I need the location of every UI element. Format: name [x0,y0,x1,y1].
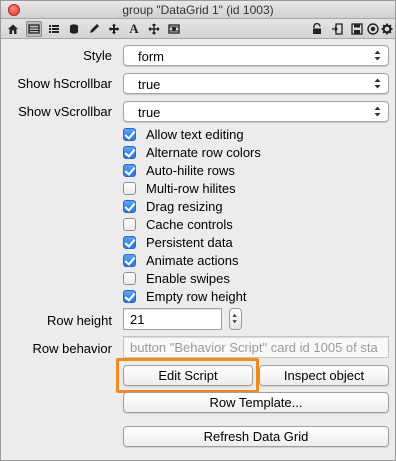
checkbox-label: Cache controls [146,217,233,232]
checkbox-multi-row-hilites[interactable]: Multi-row hilites [123,180,236,197]
style-label: Style [83,48,112,63]
pan-icon[interactable] [146,21,162,37]
exit-icon[interactable] [329,21,345,37]
checkbox-label: Animate actions [146,253,239,268]
checkbox[interactable] [123,128,136,141]
style-value: form [138,49,164,64]
row-height-input[interactable]: 21 [123,308,222,330]
window-title: group "DataGrid 1" (id 1003) [122,3,274,17]
checkbox-drag-resizing[interactable]: Drag resizing [123,198,223,215]
gear-icon[interactable] [379,21,395,37]
chevron-updown-icon [374,78,381,89]
refresh-data-grid-button[interactable]: Refresh Data Grid [123,426,389,447]
checkbox[interactable] [123,218,136,231]
inspector-toolbar: A [1,19,395,39]
inspect-object-button[interactable]: Inspect object [259,365,389,386]
checkbox-cache-controls[interactable]: Cache controls [123,216,233,233]
hscrollbar-value: true [138,77,161,92]
checkbox-label: Drag resizing [146,199,223,214]
vscrollbar-popup[interactable]: true [123,101,389,122]
checkbox[interactable] [123,146,136,159]
hscrollbar-label: Show hScrollbar [17,76,112,91]
row-height-stepper[interactable] [229,308,242,330]
pencil-icon[interactable] [86,21,102,37]
checkbox-label: Empty row height [146,289,247,304]
lock-icon[interactable] [309,21,325,37]
property-inspector-window: group "DataGrid 1" (id 1003) A Style for… [0,0,396,461]
row-behavior-field: button "Behavior Script" card id 1005 of… [123,336,389,358]
house-icon[interactable] [5,21,21,37]
checkbox-label: Multi-row hilites [146,181,236,196]
checkbox[interactable] [123,272,136,285]
checkbox-label: Alternate row colors [146,145,261,160]
hscrollbar-popup[interactable]: true [123,73,389,94]
checkbox-label: Auto-hilite rows [146,163,235,178]
checkbox-label: Persistent data [146,235,233,250]
database-icon[interactable] [66,21,82,37]
checkbox[interactable] [123,236,136,249]
list-icon[interactable] [46,21,62,37]
style-popup[interactable]: form [123,45,389,66]
stepper-arrows-icon [232,313,237,324]
checkbox[interactable] [123,254,136,267]
text-icon[interactable]: A [126,21,142,37]
checkbox-enable-swipes[interactable]: Enable swipes [123,270,230,287]
grid-view-icon[interactable] [26,21,42,37]
title-bar: group "DataGrid 1" (id 1003) [1,1,395,19]
vscrollbar-value: true [138,105,161,120]
row-template-button[interactable]: Row Template... [123,392,389,413]
checkbox-auto-hilite-rows[interactable]: Auto-hilite rows [123,162,235,179]
checkbox-alternate-row-colors[interactable]: Alternate row colors [123,144,261,161]
checkbox-persistent-data[interactable]: Persistent data [123,234,233,251]
checkbox-label: Enable swipes [146,271,230,286]
checkbox[interactable] [123,290,136,303]
media-icon[interactable] [166,21,182,37]
edit-script-button[interactable]: Edit Script [123,365,253,386]
checkbox-empty-row-height[interactable]: Empty row height [123,288,246,305]
move-icon[interactable] [106,21,122,37]
checkbox[interactable] [123,164,136,177]
vscrollbar-label: Show vScrollbar [18,104,112,119]
checkbox-allow-text-editing[interactable]: Allow text editing [123,126,244,143]
row-behavior-label: Row behavior [32,341,113,356]
checkbox[interactable] [123,200,136,213]
checkbox[interactable] [123,182,136,195]
row-height-label: Row height [46,313,112,328]
checkbox-label: Allow text editing [146,127,244,142]
chevron-updown-icon [374,50,381,61]
chevron-updown-icon [374,106,381,117]
checkbox-animate-actions[interactable]: Animate actions [123,252,239,269]
save-icon[interactable] [349,21,365,37]
